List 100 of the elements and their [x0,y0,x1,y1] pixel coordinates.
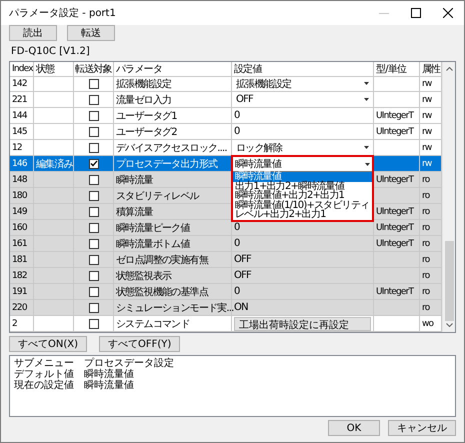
table-cell-text: スタビリティレベル [116,190,199,202]
dropdown-arrow-icon[interactable] [364,82,369,85]
table-cell-text: ユーザータグ1 [116,110,177,122]
table-cell-text: 瞬時流量 [116,174,153,186]
table-cell-text: 状態監視機能の基準点 [116,286,208,298]
table-cell: ON [234,302,248,313]
detail-label: 現在の設定値 [14,380,75,391]
checkbox[interactable] [88,318,98,328]
scroll-thumb[interactable] [444,241,454,321]
toolbar-button[interactable]: 転送 [67,25,115,41]
checkbox[interactable] [88,78,98,88]
table-cell: rw [422,110,432,120]
table-cell: 2 [12,318,17,328]
dialog-button[interactable]: キャンセル [388,420,456,436]
detail-value: プロセスデータ設定 [84,358,175,369]
table-cell: 191 [12,286,27,296]
device-label: FD-Q10C [V1.2] [11,46,91,58]
window-title: パラメータ設定 - port1 [9,6,117,20]
scrollbar[interactable] [442,62,455,332]
table-cell: 180 [12,190,27,200]
dropdown[interactable]: 瞬時流量値 [233,157,372,171]
table-cell: UIntegerT [376,126,414,136]
table-row[interactable]: 144 ユーザータグ1 0 UIntegerT rw [10,108,442,124]
table-cell: 0 [234,238,240,249]
checkbox[interactable] [88,94,98,104]
table-row[interactable]: 221 流量ゼロ入力 OFF rw [10,92,442,108]
table-cell: rw [422,126,432,136]
table-cell: 161 [12,238,27,248]
table-cell: UIntegerT [376,174,414,184]
detail-value: 瞬時流量値 [84,369,135,380]
table-cell: rw [422,142,432,152]
column-header[interactable]: Index [12,64,33,74]
table-cell: 144 [12,110,27,120]
table-row[interactable]: 142 拡張機能設定 拡張機能設定 rw [10,76,442,92]
table-cell-text: デバイスアクセスロック.... [116,142,227,154]
table-cell: ro [422,238,430,248]
select-all-button[interactable]: すべてOFF(Y) [99,336,180,352]
checkbox[interactable] [88,142,98,152]
column-header[interactable]: 設定値 [234,62,262,76]
dropdown[interactable]: OFF [234,94,371,106]
table-cell: rw [422,94,432,104]
table-cell: 181 [12,254,27,264]
table-row[interactable]: 145 ユーザータグ2 0 UIntegerT rw [10,124,442,140]
dropdown[interactable]: ロック解除 [234,142,371,154]
table-cell: ro [422,206,430,216]
table-cell: UIntegerT [376,286,414,296]
maximize-icon[interactable] [411,8,421,18]
table-cell: OFF [234,254,251,265]
column-header[interactable]: 属性 [422,62,440,76]
table-cell: ro [422,190,430,200]
table-cell-text: 瞬時流量ボトム値 [116,238,190,250]
table-cell: 221 [12,94,27,104]
scroll-up-icon[interactable] [446,67,452,71]
table-cell-text: 拡張機能設定 [116,78,172,90]
table-cell: 0 [234,110,240,121]
toolbar-button[interactable]: 読出 [9,25,57,41]
dropdown-arrow-icon[interactable] [364,146,369,149]
table-cell: ro [422,174,430,184]
table-cell: 142 [12,78,27,88]
table-cell-text: 積算流量 [116,206,153,218]
column-header[interactable]: パラメータ [116,62,162,76]
dropdown-arrow-icon[interactable] [364,98,369,101]
table-cell: UIntegerT [376,222,414,232]
column-header[interactable]: 型/単位 [376,62,406,76]
table-cell: 160 [12,222,27,232]
table-cell: UIntegerT [376,206,414,216]
dropdown-arrow-icon[interactable] [365,162,370,166]
dropdown[interactable]: 拡張機能設定 [234,78,371,90]
column-header[interactable]: 転送対象 [75,62,112,76]
table-cell: OFF [234,270,251,281]
table-cell-text: プロセスデータ出力形式 [116,158,218,170]
table-cell: 149 [12,206,27,216]
dropdown-option[interactable]: 瞬時流量値 [233,172,372,182]
table-cell: ro [422,270,430,280]
detail-label: サブメニュー [14,358,75,369]
checkbox[interactable] [88,158,98,168]
table-cell: 0 [234,286,240,297]
table-cell: UIntegerT [376,238,414,248]
table-row[interactable]: 12 デバイスアクセスロック.... ロック解除 rw [10,140,442,156]
table-cell: ro [422,222,430,232]
checkbox[interactable] [88,110,98,120]
reset-button[interactable]: 工場出荷時設定に再設定 [234,316,371,330]
table-cell-text: シミュレーションモード実... [116,302,234,314]
table-cell: rw [422,78,432,88]
table-cell: rw [422,158,432,168]
table-cell-text: 流量ゼロ入力 [116,94,172,106]
scroll-down-icon[interactable] [446,323,452,327]
table-cell: ro [422,286,430,296]
detail-value: 瞬時流量値 [84,380,135,391]
table-cell: 0 [234,126,240,137]
checkbox[interactable] [88,126,98,136]
table-cell: wo [422,318,434,328]
close-icon[interactable] [443,8,453,18]
table-cell: 145 [12,126,27,136]
dialog-button[interactable]: OK [328,420,380,436]
table-row[interactable]: 2 システムコマンド 工場出荷時設定に再設定 wo [10,316,442,332]
table-cell-text: システムコマンド [116,318,190,330]
table-cell: UIntegerT [376,110,414,120]
column-header[interactable]: 状態 [36,62,54,76]
select-all-button[interactable]: すべてON(X) [9,336,88,352]
